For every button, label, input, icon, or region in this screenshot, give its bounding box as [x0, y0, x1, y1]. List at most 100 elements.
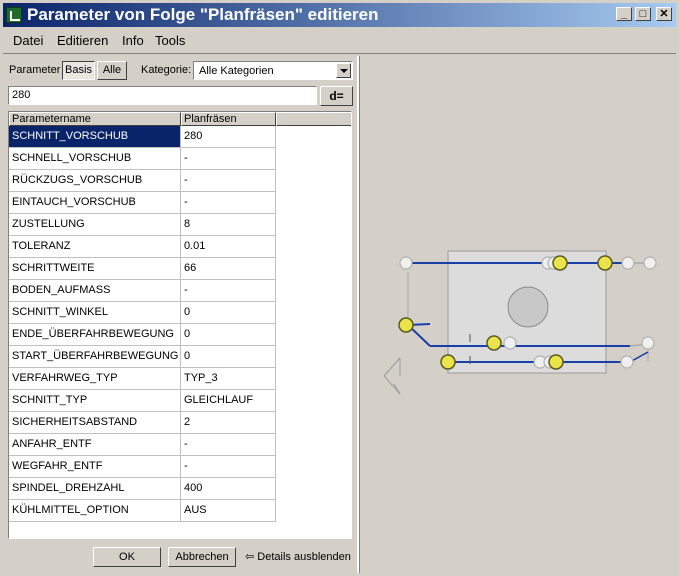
table-row[interactable]: VERFAHRWEG_TYP TYP_3 [9, 368, 276, 390]
value-input[interactable]: 280 [8, 86, 317, 105]
parameter-name-cell[interactable]: SCHNELL_VORSCHUB [9, 148, 181, 170]
table-row[interactable]: SCHNITT_VORSCHUB 280 [9, 126, 276, 148]
menu-editieren[interactable]: Editieren [57, 33, 108, 48]
parameter-value-cell[interactable]: - [181, 170, 276, 192]
basis-toggle[interactable]: Basis [62, 61, 95, 80]
menu-info[interactable]: Info [122, 33, 144, 48]
parameter-name-cell[interactable]: VERFAHRWEG_TYP [9, 368, 181, 390]
parameter-value-cell[interactable]: 66 [181, 258, 276, 280]
parameter-value-cell[interactable]: AUS [181, 500, 276, 522]
parameter-value-cell[interactable]: - [181, 456, 276, 478]
window-title: Parameter von Folge "Planfräsen" editier… [27, 5, 379, 24]
table-row[interactable]: WEGFAHR_ENTF - [9, 456, 276, 478]
column-header-parametername[interactable]: Parametername [9, 112, 181, 126]
table-row[interactable]: TOLERANZ 0.01 [9, 236, 276, 258]
path-point-active [597, 255, 613, 271]
ok-button[interactable]: OK [93, 547, 161, 567]
parameter-name-cell[interactable]: ZUSTELLUNG [9, 214, 181, 236]
table-row[interactable]: RÜCKZUGS_VORSCHUB - [9, 170, 276, 192]
parameter-name-cell[interactable]: BODEN_AUFMASS [9, 280, 181, 302]
table-row[interactable]: KÜHLMITTEL_OPTION AUS [9, 500, 276, 522]
path-point [641, 336, 655, 350]
column-header-empty [276, 112, 351, 126]
parameter-name-cell[interactable]: SCHNITT_VORSCHUB [9, 126, 181, 148]
parameter-table: Parametername Planfräsen SCHNITT_VORSCHU… [8, 111, 352, 539]
path-point [503, 336, 517, 350]
path-point-active [440, 354, 456, 370]
parameter-value-cell[interactable]: 0 [181, 302, 276, 324]
parameter-name-cell[interactable]: RÜCKZUGS_VORSCHUB [9, 170, 181, 192]
parameter-name-cell[interactable]: START_ÜBERFAHRBEWEGUNG [9, 346, 181, 368]
parameter-name-cell[interactable]: EINTAUCH_VORSCHUB [9, 192, 181, 214]
title-bar: Parameter von Folge "Planfräsen" editier… [3, 3, 676, 27]
path-point [643, 256, 657, 270]
parameter-value-cell[interactable]: - [181, 148, 276, 170]
toolpath-preview [383, 250, 657, 395]
abbrechen-button[interactable]: Abbrechen [168, 547, 236, 567]
app-icon [6, 7, 22, 23]
parameter-name-cell[interactable]: SPINDEL_DREHZAHL [9, 478, 181, 500]
table-row[interactable]: SCHRITTWEITE 66 [9, 258, 276, 280]
menu-bar: Datei Editieren Info Tools [3, 29, 676, 54]
path-point-active [548, 354, 564, 370]
details-toggle[interactable]: ⇦ Details ausblenden [245, 550, 351, 563]
path-point [621, 256, 635, 270]
path-point-active [486, 335, 502, 351]
close-button[interactable]: ✕ [656, 7, 672, 21]
table-row[interactable]: ZUSTELLUNG 8 [9, 214, 276, 236]
parameter-value-cell[interactable]: TYP_3 [181, 368, 276, 390]
table-row[interactable]: ENDE_ÜBERFAHRBEWEGUNG 0 [9, 324, 276, 346]
table-row[interactable]: SPINDEL_DREHZAHL 400 [9, 478, 276, 500]
alle-toggle[interactable]: Alle [97, 61, 127, 80]
column-header-planfraesen[interactable]: Planfräsen [181, 112, 276, 126]
table-row[interactable]: SCHNELL_VORSCHUB - [9, 148, 276, 170]
d-equals-button[interactable]: d= [320, 86, 353, 106]
arrow-left-icon: ⇦ [245, 551, 255, 563]
kategorie-value: Alle Kategorien [199, 65, 274, 77]
chevron-down-icon[interactable] [336, 63, 351, 78]
parameter-name-cell[interactable]: ANFAHR_ENTF [9, 434, 181, 456]
parameter-name-cell[interactable]: SCHNITT_TYP [9, 390, 181, 412]
path-point-active [552, 255, 568, 271]
dialog-window: Parameter von Folge "Planfräsen" editier… [0, 0, 679, 576]
table-row[interactable]: START_ÜBERFAHRBEWEGUNG 0 [9, 346, 276, 368]
parameter-value-cell[interactable]: - [181, 280, 276, 302]
kategorie-label: Kategorie: [141, 64, 192, 76]
maximize-button[interactable]: □ [635, 7, 651, 21]
path-point [399, 256, 413, 270]
parameter-value-cell[interactable]: 0.01 [181, 236, 276, 258]
parameter-value-cell[interactable]: - [181, 434, 276, 456]
parameter-value-cell[interactable]: 280 [181, 126, 276, 148]
parameter-value-cell[interactable]: 0 [181, 324, 276, 346]
parameter-name-cell[interactable]: SCHNITT_WINKEL [9, 302, 181, 324]
parameter-value-cell[interactable]: GLEICHLAUF [181, 390, 276, 412]
table-row[interactable]: SCHNITT_TYP GLEICHLAUF [9, 390, 276, 412]
path-point-active [398, 317, 414, 333]
parameter-name-cell[interactable]: TOLERANZ [9, 236, 181, 258]
parameter-value-cell[interactable]: 8 [181, 214, 276, 236]
kategorie-select[interactable]: Alle Kategorien [193, 61, 353, 80]
parameter-name-cell[interactable]: KÜHLMITTEL_OPTION [9, 500, 181, 522]
table-row[interactable]: SICHERHEITSABSTAND 2 [9, 412, 276, 434]
menu-tools[interactable]: Tools [155, 33, 185, 48]
parameter-name-cell[interactable]: SCHRITTWEITE [9, 258, 181, 280]
table-row[interactable]: ANFAHR_ENTF - [9, 434, 276, 456]
parameter-value-cell[interactable]: 2 [181, 412, 276, 434]
parameter-label: Parameter [9, 64, 61, 76]
parameter-value-cell[interactable]: 0 [181, 346, 276, 368]
table-row[interactable]: SCHNITT_WINKEL 0 [9, 302, 276, 324]
menu-datei[interactable]: Datei [13, 33, 43, 48]
parameter-value-cell[interactable]: 400 [181, 478, 276, 500]
hole-shape [507, 286, 549, 328]
path-point [620, 355, 634, 369]
axis-triad-icon [383, 357, 401, 395]
parameter-value-cell[interactable]: - [181, 192, 276, 214]
table-row[interactable]: EINTAUCH_VORSCHUB - [9, 192, 276, 214]
parameter-name-cell[interactable]: WEGFAHR_ENTF [9, 456, 181, 478]
minimize-button[interactable]: _ [616, 7, 632, 21]
parameter-name-cell[interactable]: SICHERHEITSABSTAND [9, 412, 181, 434]
parameter-name-cell[interactable]: ENDE_ÜBERFAHRBEWEGUNG [9, 324, 181, 346]
details-label: Details ausblenden [257, 551, 351, 563]
preview-pane [359, 56, 677, 573]
table-row[interactable]: BODEN_AUFMASS - [9, 280, 276, 302]
